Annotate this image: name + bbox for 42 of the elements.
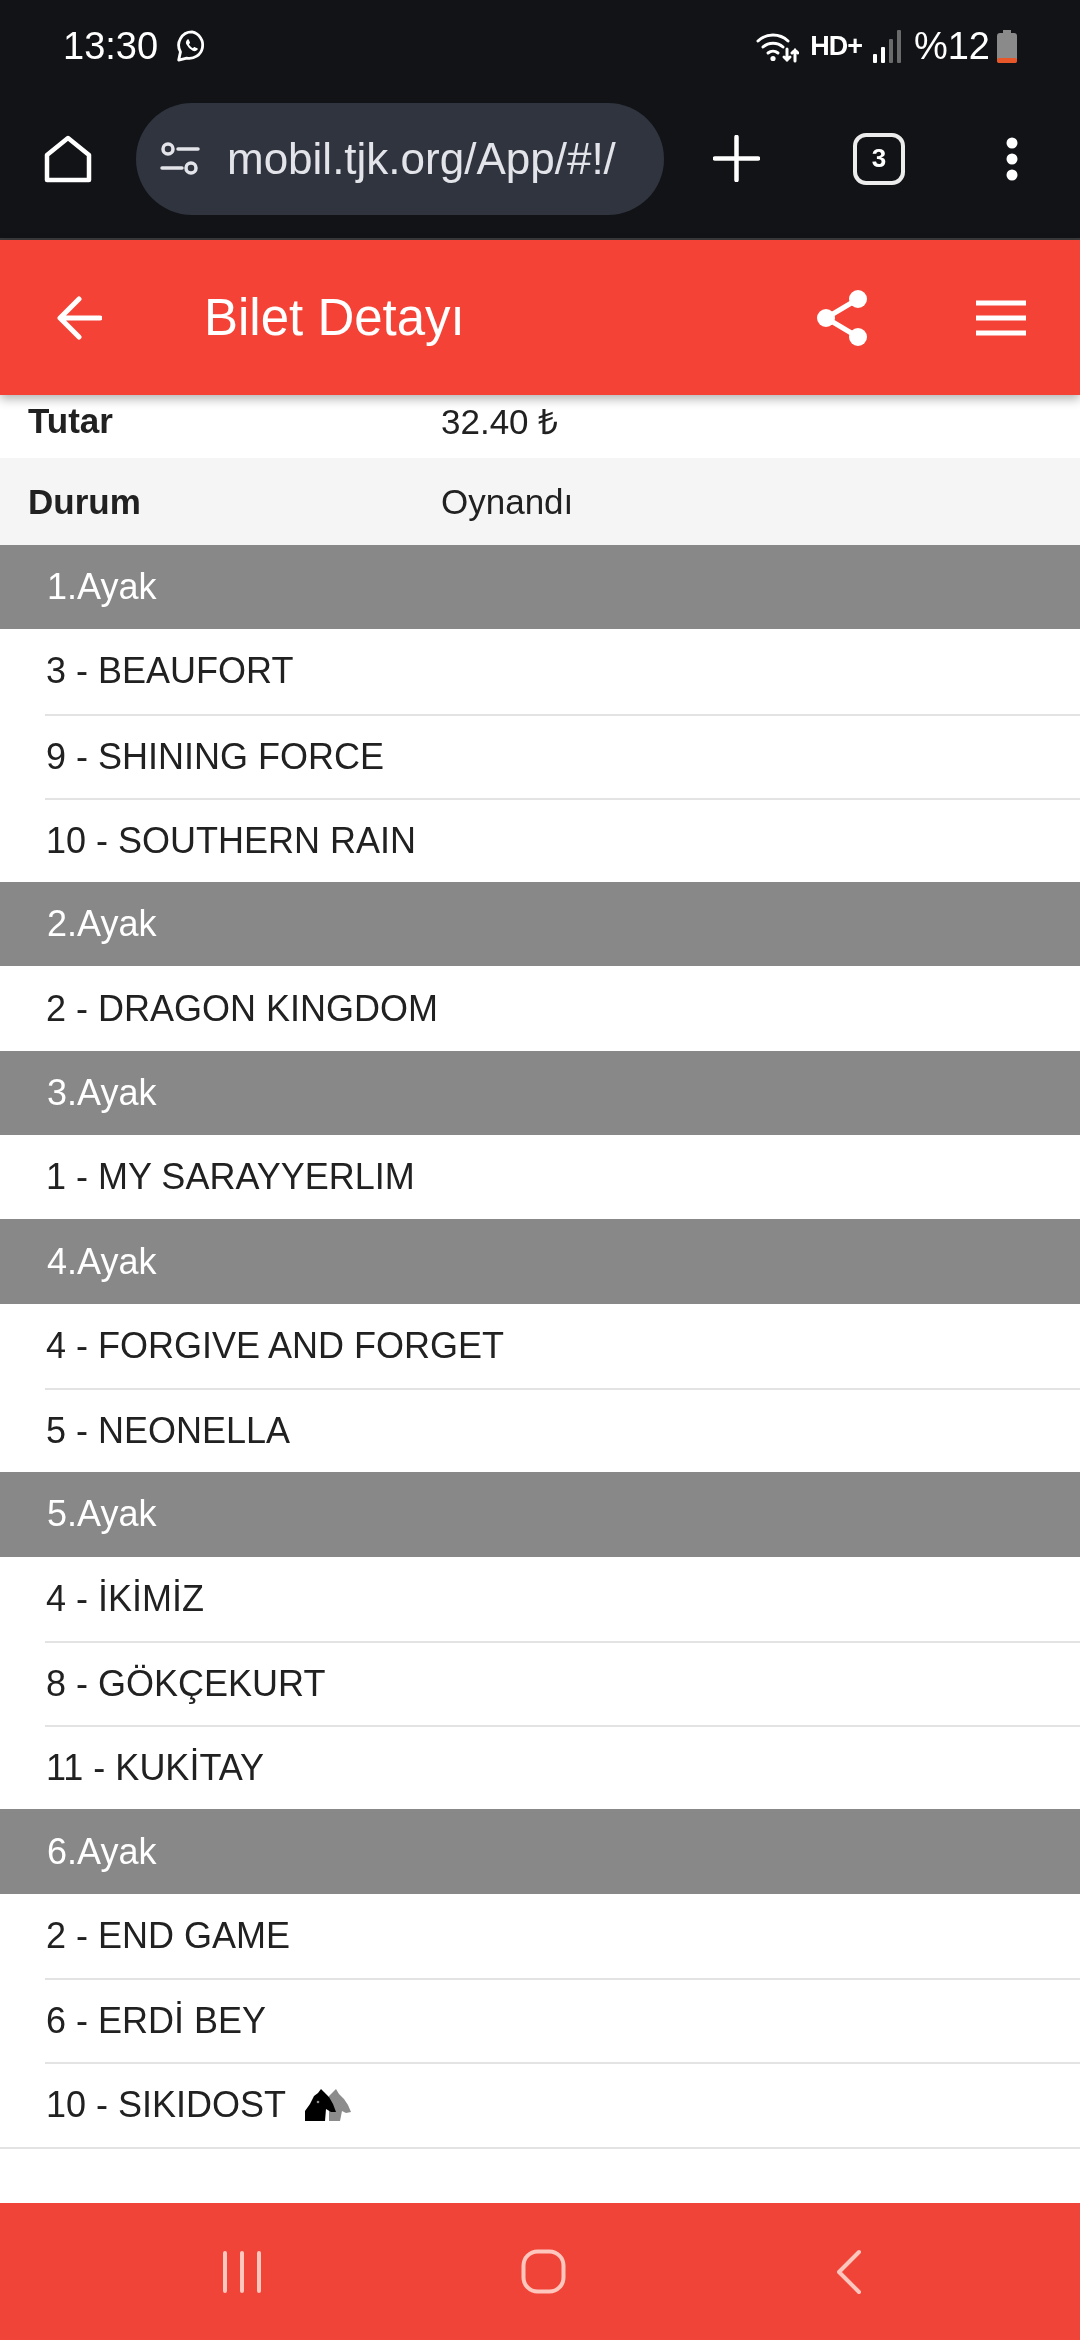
back-arrow-icon[interactable]	[56, 295, 102, 340]
leg-header: 5.Ayak	[0, 1472, 1080, 1557]
field-label: Durum	[28, 481, 142, 522]
leg-header: 3.Ayak	[0, 1050, 1080, 1136]
horse-entry: 8 - GÖKÇEKURT	[46, 1663, 326, 1705]
horse-head-icon	[305, 2089, 352, 2122]
horse-entry: 11 - KUKİTAY	[46, 1747, 265, 1790]
horse-entry: 4 - FORGIVE AND FORGET	[46, 1324, 505, 1367]
horse-entry: 10 - SOUTHERN RAIN	[46, 820, 417, 863]
horse-entry: 5 - NEONELLA	[46, 1410, 291, 1453]
tab-switcher-button[interactable]: 3	[853, 132, 905, 185]
signal-icon	[872, 29, 901, 63]
plus-icon[interactable]	[713, 135, 760, 182]
horse-entry: 3 - BEAUFORT	[46, 650, 294, 693]
address-bar[interactable]: mobil.tjk.org/App/#!/	[136, 102, 664, 215]
battery-percentage: %12	[913, 24, 990, 68]
hd-voice-indicator: HD+	[810, 30, 862, 62]
field-label: Tutar	[28, 400, 114, 441]
leg-header: 4.Ayak	[0, 1219, 1080, 1304]
leg-header: 2.Ayak	[0, 882, 1080, 967]
menu-icon[interactable]	[974, 299, 1028, 336]
page-title: Bilet Detayı	[204, 288, 465, 347]
leg-header: 6.Ayak	[0, 1809, 1080, 1894]
clock-time: 13:30	[63, 24, 159, 68]
battery-icon	[996, 29, 1018, 63]
leg-header: 1.Ayak	[0, 545, 1080, 630]
sliders-icon[interactable]	[160, 141, 200, 176]
recent-apps-icon[interactable]	[222, 2249, 262, 2294]
horse-entry: 2 - END GAME	[46, 1914, 291, 1957]
horse-entry: 1 - MY SARAYYERLIM	[46, 1156, 415, 1199]
share-icon[interactable]	[816, 288, 868, 347]
back-icon[interactable]	[835, 2248, 862, 2295]
horse-entry: 9 - SHINING FORCE	[46, 735, 385, 778]
horse-entry: 10 - SIKIDOST	[46, 2084, 287, 2127]
home-icon[interactable]	[43, 133, 93, 184]
horse-entry: 2 - DRAGON KINGDOM	[46, 987, 439, 1030]
more-icon[interactable]	[1005, 136, 1019, 181]
home-button-icon[interactable]	[521, 2249, 566, 2294]
field-value: Oynandı	[441, 481, 574, 522]
horse-entry: 6 - ERDİ BEY	[46, 2000, 267, 2043]
horse-entry: 4 - İKİMİZ	[46, 1577, 204, 1620]
field-value: 32.40 ₺	[441, 401, 559, 443]
